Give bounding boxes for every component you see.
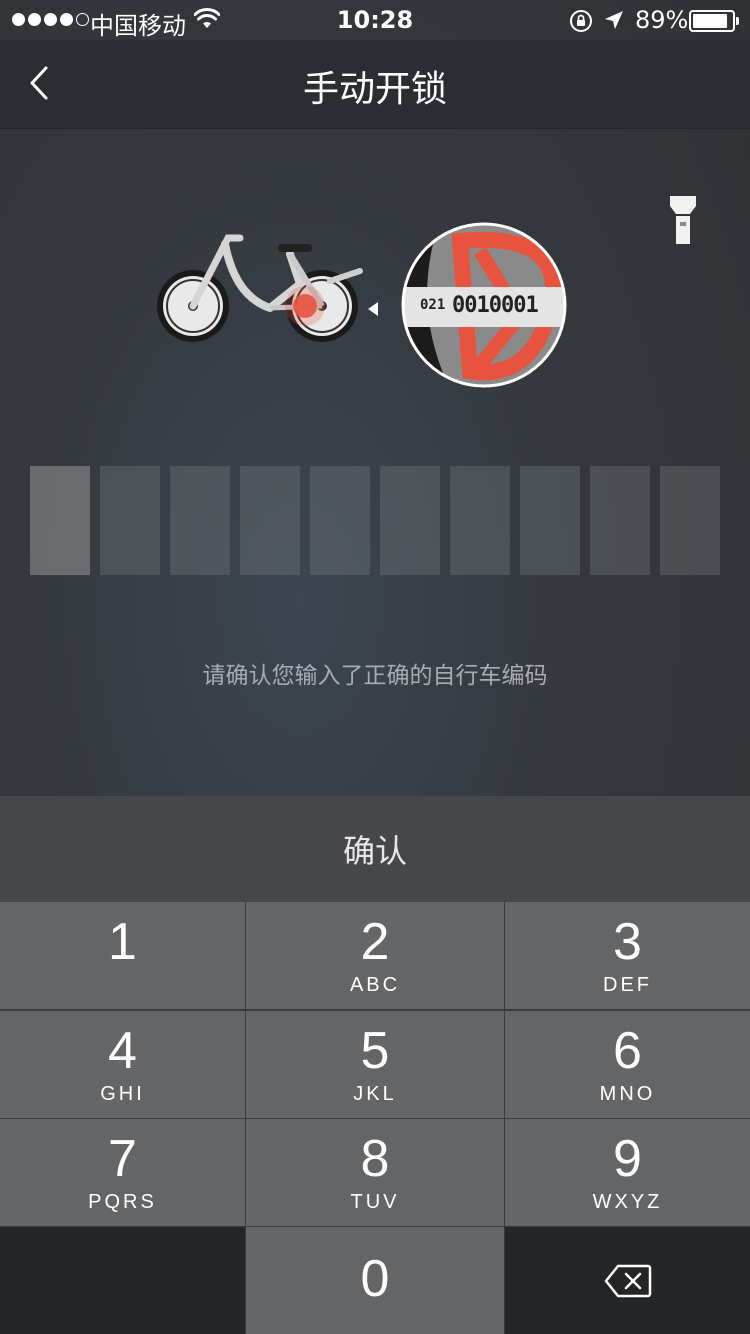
code-digit-box[interactable] <box>100 466 160 575</box>
key-letters: WXYZ <box>592 1191 663 1213</box>
rotation-lock-icon <box>568 8 594 40</box>
code-digit-box[interactable] <box>240 466 300 575</box>
code-digit-box[interactable] <box>660 466 720 575</box>
status-bar: 中国移动 10:28 89% <box>0 0 750 40</box>
key-letters: MNO <box>599 1083 656 1105</box>
code-digit-box[interactable] <box>170 466 230 575</box>
key-letters: TUV <box>350 1191 400 1213</box>
key-4[interactable]: 4 GHI <box>0 1011 245 1118</box>
code-digit-box[interactable] <box>30 466 90 575</box>
screen: 中国移动 10:28 89% 手动开锁 021 0010001 请确认您输入了正… <box>0 0 750 1334</box>
backspace-icon <box>604 1264 651 1297</box>
key-digit: 2 <box>360 913 390 971</box>
bike-illustration <box>150 226 365 355</box>
key-7[interactable]: 7 PQRS <box>0 1119 245 1226</box>
key-digit: 8 <box>360 1130 390 1188</box>
code-digit-box[interactable] <box>450 466 510 575</box>
page-title: 手动开锁 <box>302 69 447 110</box>
key-2[interactable]: 2 ABC <box>246 902 504 1009</box>
key-digit: 6 <box>613 1022 642 1080</box>
location-arrow-icon <box>603 9 625 37</box>
pointer-triangle <box>368 302 378 316</box>
lock-plate-code: 0010001 <box>452 293 539 318</box>
key-8[interactable]: 8 TUV <box>246 1119 504 1226</box>
code-digit-box[interactable] <box>520 466 580 575</box>
key-digit: 4 <box>108 1022 137 1080</box>
key-letters: JKL <box>353 1083 397 1105</box>
battery-percent: 89% <box>635 6 689 34</box>
key-digit: 3 <box>613 913 642 971</box>
confirm-button[interactable]: 确认 <box>0 796 750 902</box>
key-9[interactable]: 9 WXYZ <box>505 1119 750 1226</box>
bike-code-input[interactable] <box>30 466 720 575</box>
key-digit: 0 <box>360 1250 390 1308</box>
lock-plate-prefix: 021 <box>420 297 446 313</box>
key-0[interactable]: 0 <box>246 1227 504 1334</box>
hint-text: 请确认您输入了正确的自行车编码 <box>202 663 548 689</box>
key-letters: GHI <box>100 1083 145 1105</box>
key-digit: 7 <box>108 1130 137 1188</box>
code-digit-box[interactable] <box>380 466 440 575</box>
numeric-keypad: 1 2 ABC 3 DEF 4 GHI 5 JKL 6 MNO 7 PQRS 8 TUV 9 WXYZ 0 <box>0 902 750 1334</box>
nav-bar: 手动开锁 <box>0 40 750 129</box>
key-letters: DEF <box>603 974 652 996</box>
key-5[interactable]: 5 JKL <box>246 1011 504 1118</box>
keypad-blank <box>0 1227 245 1334</box>
key-1[interactable]: 1 <box>0 902 245 1009</box>
code-digit-box[interactable] <box>590 466 650 575</box>
key-letters: ABC <box>349 974 401 996</box>
lock-closeup: 021 0010001 <box>400 221 568 389</box>
key-6[interactable]: 6 MNO <box>505 1011 750 1118</box>
key-digit: 1 <box>108 913 137 971</box>
flashlight-icon[interactable] <box>662 192 704 250</box>
key-3[interactable]: 3 DEF <box>505 902 750 1009</box>
delete-key[interactable] <box>505 1227 750 1334</box>
key-letters: PQRS <box>88 1191 157 1213</box>
battery-icon <box>689 10 735 32</box>
key-digit: 9 <box>613 1130 642 1188</box>
key-digit: 5 <box>360 1022 390 1080</box>
code-digit-box[interactable] <box>310 466 370 575</box>
